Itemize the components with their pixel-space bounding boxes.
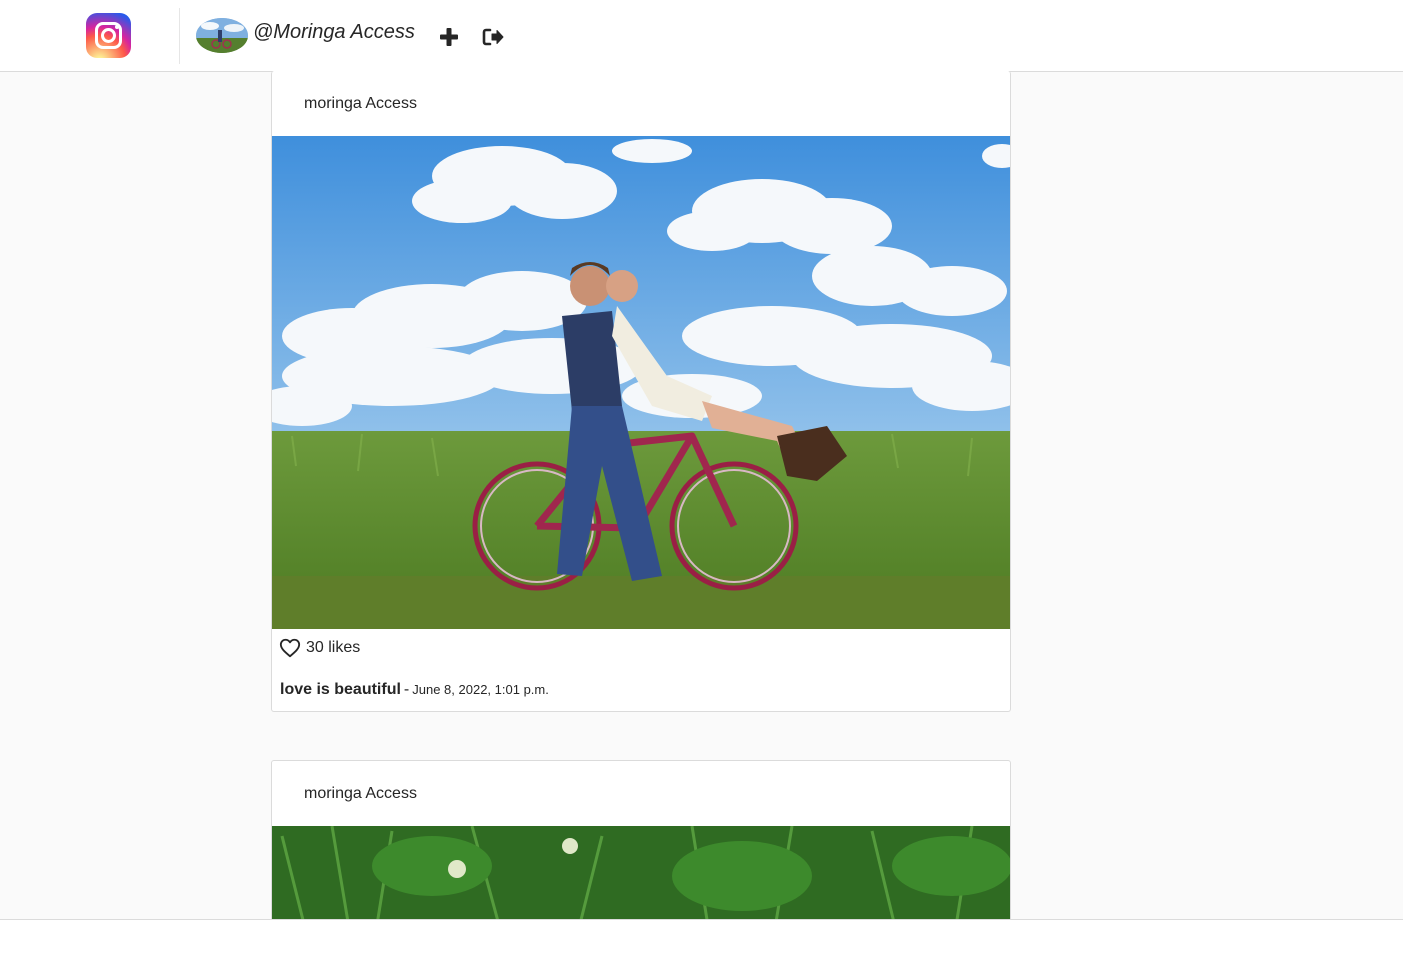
likes-count: 30 likes bbox=[306, 639, 361, 656]
post-author[interactable]: moringa Access bbox=[304, 785, 417, 803]
post-image[interactable] bbox=[272, 136, 1010, 629]
caption-text: love is beautiful bbox=[280, 681, 401, 698]
likes-row: 30 likes bbox=[279, 636, 360, 660]
profile-username[interactable]: @Moringa Access bbox=[253, 21, 415, 44]
post-date: June 8, 2022, 1:01 p.m. bbox=[412, 682, 549, 697]
instagram-logo-icon[interactable] bbox=[86, 13, 131, 58]
avatar[interactable] bbox=[196, 18, 248, 53]
post-author[interactable]: moringa Access bbox=[304, 95, 417, 113]
top-navbar: @Moringa Access bbox=[0, 0, 1403, 72]
post-caption: love is beautiful - June 8, 2022, 1:01 p.m… bbox=[280, 681, 549, 699]
heart-outline-icon[interactable] bbox=[279, 637, 301, 659]
post-card: moringa Access bbox=[271, 71, 1011, 712]
nav-divider bbox=[179, 8, 180, 64]
plus-icon[interactable] bbox=[436, 24, 462, 50]
sign-out-icon[interactable] bbox=[480, 24, 506, 50]
caption-separator: - bbox=[403, 681, 410, 698]
bottom-bar bbox=[0, 919, 1403, 980]
